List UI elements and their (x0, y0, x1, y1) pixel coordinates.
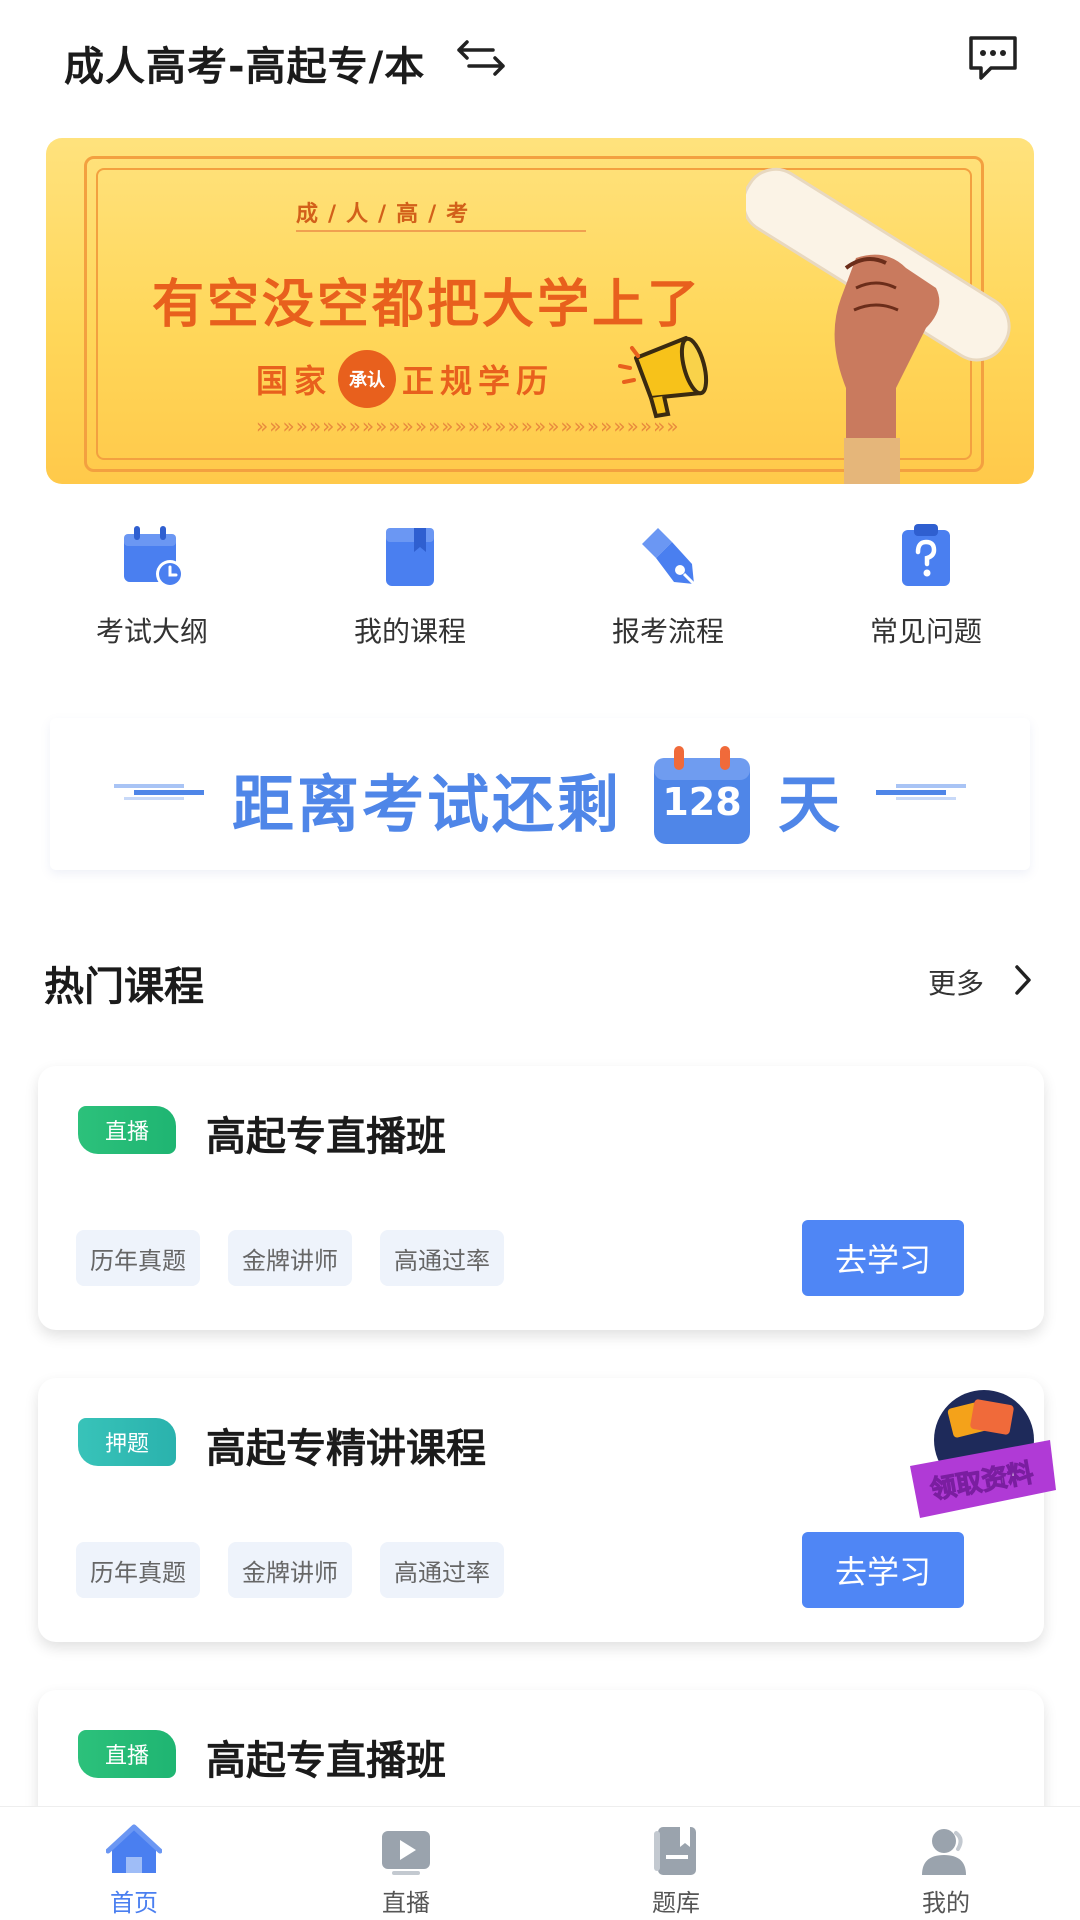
banner-sub-left: 国家 (256, 362, 333, 400)
course-chip: 历年真题 (76, 1230, 200, 1286)
quick-my-courses[interactable]: 我的课程 (310, 520, 510, 660)
question-bank-icon (654, 1827, 696, 1875)
course-chip: 高通过率 (380, 1230, 504, 1286)
banner-subline: 国家 承认 正规学历 (256, 350, 554, 408)
tab-question-bank[interactable]: 题库 (616, 1817, 736, 1920)
quick-apply-process-label: 报考流程 (611, 615, 724, 648)
top-bar: 成人高考-高起专/本 (0, 0, 1080, 120)
course-chip: 历年真题 (76, 1542, 200, 1598)
quick-syllabus[interactable]: 考试大纲 (52, 520, 252, 660)
quick-faq-label: 常见问题 (869, 615, 982, 648)
quick-syllabus-label: 考试大纲 (95, 615, 208, 648)
banner-divider (296, 230, 586, 232)
switch-arrows-icon[interactable] (453, 36, 509, 80)
banner-sub-right: 正规学历 (402, 362, 555, 400)
book-icon (386, 528, 434, 586)
message-icon[interactable] (965, 32, 1021, 84)
decor-lines-left (114, 784, 204, 800)
course-title: 高起专直播班 (206, 1738, 446, 1784)
study-button[interactable]: 去学习 (802, 1220, 964, 1296)
section-title: 热门课程 (44, 964, 204, 1010)
course-tag: 押题 (78, 1418, 176, 1466)
tab-home-label: 首页 (110, 1889, 158, 1917)
study-button[interactable]: 去学习 (802, 1532, 964, 1608)
promo-banner[interactable]: 成/人/高/考 有空没空都把大学上了 国家 承认 正规学历 »»»»»»»»»»… (46, 138, 1034, 484)
tab-profile[interactable]: 我的 (886, 1817, 1006, 1920)
course-tag: 直播 (78, 1730, 176, 1778)
quick-apply-process[interactable]: 报考流程 (568, 520, 768, 660)
countdown-unit: 天 (778, 768, 841, 841)
more-link[interactable]: 更多 (928, 962, 984, 1002)
tab-live[interactable]: 直播 (346, 1817, 466, 1920)
exam-countdown: 距离考试还剩 128 天 (50, 718, 1030, 870)
tab-home[interactable]: 首页 (74, 1817, 194, 1920)
course-card[interactable]: 押题 高起专精讲课程 历年真题 金牌讲师 高通过率 去学习 (38, 1378, 1044, 1642)
tab-profile-label: 我的 (922, 1889, 970, 1917)
course-card[interactable]: 直播 高起专直播班 历年真题 金牌讲师 高通过率 去学习 (38, 1066, 1044, 1330)
quick-my-courses-label: 我的课程 (353, 615, 466, 648)
chevron-right-icon[interactable] (1012, 963, 1034, 997)
banner-badge: 承认 (338, 350, 397, 408)
user-icon (922, 1829, 966, 1875)
home-icon (106, 1824, 162, 1873)
page-title[interactable]: 成人高考-高起专/本 (64, 34, 425, 92)
course-title: 高起专精讲课程 (206, 1426, 486, 1472)
countdown-days: 128 (662, 780, 742, 824)
course-chip: 金牌讲师 (228, 1542, 352, 1598)
calendar-clock-icon (124, 526, 184, 588)
diploma-scroll-illustration (746, 167, 1011, 484)
banner-kicker: 成/人/高/考 (296, 202, 479, 227)
quick-faq[interactable]: 常见问题 (826, 520, 1026, 660)
countdown-text: 距离考试还剩 (232, 768, 623, 841)
pen-icon (642, 528, 696, 586)
course-chip: 高通过率 (380, 1542, 504, 1598)
megaphone-icon (618, 336, 709, 419)
get-materials-badge[interactable]: 领取资料 (900, 1382, 1060, 1532)
course-title: 高起专直播班 (206, 1114, 446, 1160)
play-icon (382, 1831, 430, 1875)
course-chip: 金牌讲师 (228, 1230, 352, 1286)
question-clipboard-icon (902, 524, 950, 586)
decor-lines-right (876, 784, 966, 800)
bottom-tab-bar: 首页 直播 题库 我的 (0, 1806, 1080, 1920)
tab-question-bank-label: 题库 (652, 1889, 700, 1917)
course-tag: 直播 (78, 1106, 176, 1154)
tab-live-label: 直播 (382, 1889, 430, 1917)
